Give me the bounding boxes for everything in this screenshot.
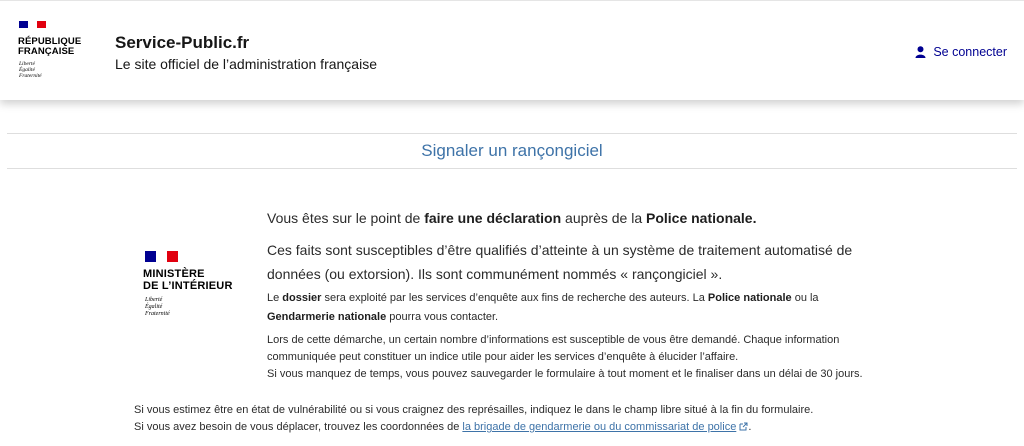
small1-bold-3: Gendarmerie nationale bbox=[267, 311, 387, 323]
small1-text-4: pourra vous contacter. bbox=[386, 311, 499, 323]
republic-line2: FRANÇAISE bbox=[18, 46, 75, 57]
lead1-text-1: Vous êtes sur le point de bbox=[267, 210, 425, 226]
french-flag-icon bbox=[145, 251, 178, 262]
info-paragraph-1: Le dossier sera exploité par les service… bbox=[267, 289, 887, 327]
external-link-icon bbox=[739, 422, 748, 431]
motto-fraternite: Fraternité bbox=[19, 73, 42, 79]
page-title-bar: Signaler un rançongiciel bbox=[7, 133, 1017, 169]
lead1-text-2: auprès de la bbox=[561, 210, 646, 226]
motto-fraternite: Fraternité bbox=[145, 311, 170, 317]
ministere-interieur-logo: MINISTÈRE DE L’INTÉRIEUR bbox=[143, 268, 233, 292]
ministry-line1: MINISTÈRE bbox=[143, 268, 205, 280]
small1-text-1: Le bbox=[267, 292, 283, 304]
lead1-bold-2: Police nationale. bbox=[646, 210, 757, 226]
small1-bold-2: Police nationale bbox=[707, 292, 792, 304]
site-title[interactable]: Service-Public.fr bbox=[115, 33, 249, 53]
user-icon bbox=[915, 46, 926, 58]
small1-bold-1: dossier bbox=[282, 292, 322, 304]
page-title: Signaler un rançongiciel bbox=[421, 141, 603, 160]
vulnerability-note: Si vous estimez être en état de vulnérab… bbox=[134, 404, 814, 416]
lead-paragraph-2: Ces faits sont susceptibles d’être quali… bbox=[267, 242, 853, 282]
small1-text-3: ou la bbox=[791, 292, 819, 304]
ministry-motto: Liberté Égalité Fraternité bbox=[145, 297, 170, 318]
info-line-1: Lors de cette démarche, un certain nombr… bbox=[267, 334, 840, 346]
login-label: Se connecter bbox=[933, 45, 1007, 59]
info-line-2: communiquée peut constituer un indice ut… bbox=[267, 351, 739, 363]
brigade-commissariat-link[interactable]: la brigade de gendarmerie ou du commissa… bbox=[462, 421, 736, 433]
location-note-end: . bbox=[748, 421, 752, 433]
french-flag-icon bbox=[19, 21, 46, 28]
motto-liberte: Liberté bbox=[145, 297, 163, 303]
info-line-3: Si vous manquez de temps, vous pouvez sa… bbox=[267, 368, 863, 380]
lead-paragraph-1: Vous êtes sur le point de faire une décl… bbox=[267, 208, 887, 228]
location-note-text: Si vous avez besoin de vous déplacer, tr… bbox=[134, 421, 463, 433]
motto-egalite: Égalité bbox=[145, 304, 163, 310]
ministry-line2: DE L’INTÉRIEUR bbox=[143, 280, 233, 292]
info-paragraph-2: Lors de cette démarche, un certain nombr… bbox=[267, 332, 887, 383]
site-header: RÉPUBLIQUE FRANÇAISE Liberté Égalité Fra… bbox=[0, 0, 1024, 100]
republic-motto: Liberté Égalité Fraternité bbox=[19, 61, 42, 79]
lead1-bold-1: faire une déclaration bbox=[424, 210, 562, 226]
site-tagline: Le site officiel de l’administration fra… bbox=[115, 56, 377, 72]
location-note: Si vous avez besoin de vous déplacer, tr… bbox=[134, 419, 994, 436]
login-button[interactable]: Se connecter bbox=[915, 45, 1007, 59]
republique-francaise-logo[interactable]: RÉPUBLIQUE FRANÇAISE bbox=[18, 37, 81, 57]
small1-text-2: sera exploité par les services d’enquête… bbox=[321, 292, 708, 304]
